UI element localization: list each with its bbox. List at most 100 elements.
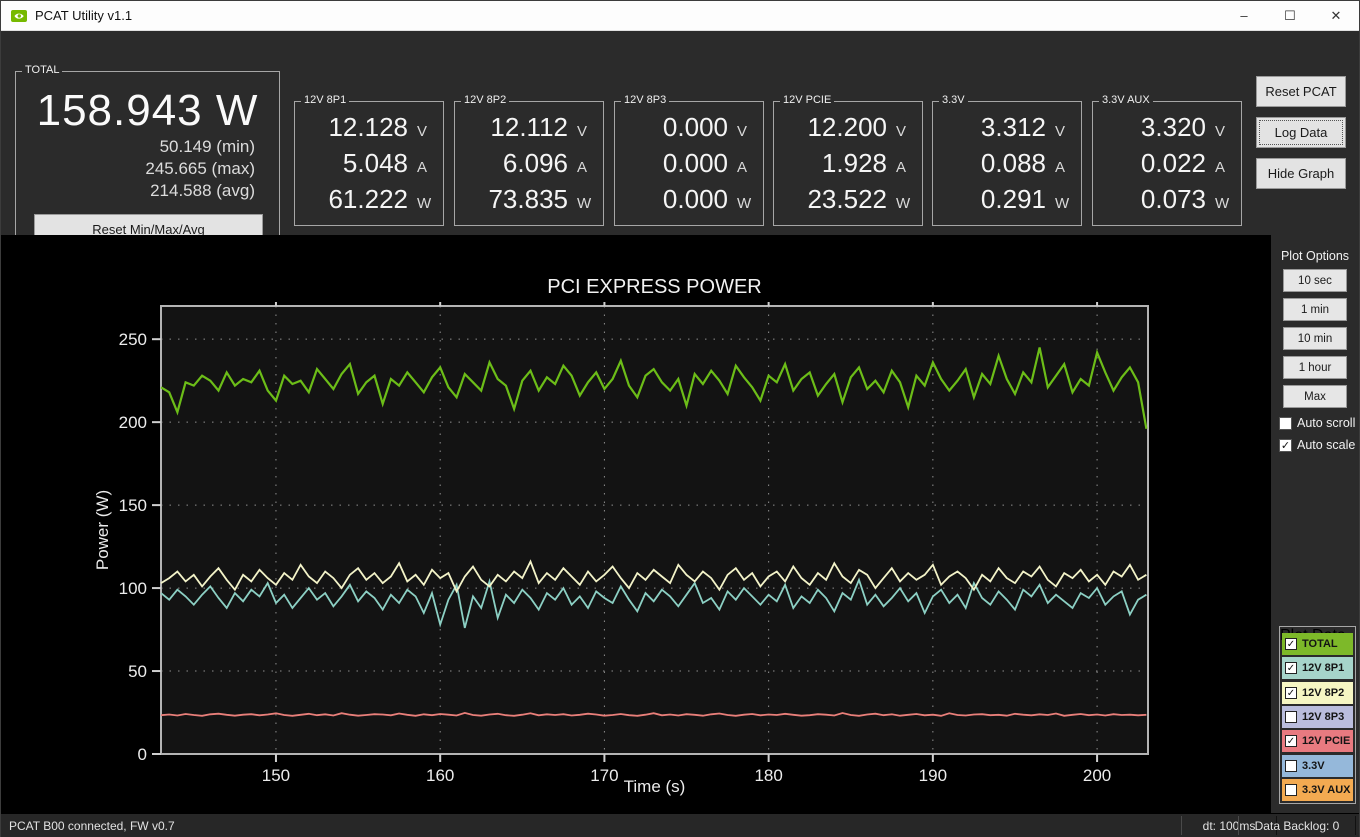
legend-item-3v3[interactable]: ✓ 3.3V: [1282, 754, 1353, 777]
data-backlog-status: Data Backlog: 0: [1238, 816, 1356, 835]
total-power-value: 158.943 W: [36, 86, 259, 135]
x-tick-label: 160: [426, 766, 454, 785]
auto-scale-checkbox[interactable]: ✓: [1279, 438, 1292, 452]
amps-value: 0.022: [1140, 147, 1206, 178]
legend-item-3v3-aux[interactable]: ✓ 3.3V AUX: [1282, 778, 1353, 801]
volts-value: 12.128: [328, 112, 408, 143]
volts-unit: V: [1215, 123, 1226, 141]
amps-unit: A: [1215, 158, 1226, 176]
volts-unit: V: [737, 123, 748, 141]
watts-value: 61.222: [328, 183, 408, 214]
channel-label: 12V PCIE: [780, 94, 835, 106]
maximize-button[interactable]: ☐: [1267, 1, 1313, 30]
legend-checkbox[interactable]: ✓: [1285, 735, 1297, 748]
y-tick-label: 50: [128, 662, 147, 681]
channel-box-3v3-aux: 3.3V AUX 3.320 V 0.022 A 0.073 W: [1092, 94, 1242, 226]
range-10min-button[interactable]: 10 min: [1283, 327, 1347, 350]
channel-label: 3.3V AUX: [1099, 94, 1153, 106]
channel-label: 12V 8P2: [461, 94, 510, 106]
hide-graph-button[interactable]: Hide Graph: [1256, 158, 1346, 189]
log-data-button[interactable]: Log Data: [1256, 117, 1346, 148]
legend-checkbox[interactable]: ✓: [1285, 638, 1297, 650]
amps-unit: A: [417, 158, 428, 176]
watts-unit: W: [577, 194, 592, 212]
legend-checkbox[interactable]: ✓: [1285, 710, 1297, 723]
legend-item-12v-8p2[interactable]: ✓ 12V 8P2: [1282, 681, 1353, 704]
window-controls: – ☐ ✕: [1221, 1, 1359, 30]
range-max-button[interactable]: Max: [1283, 385, 1347, 408]
legend-label: 3.3V AUX: [1302, 783, 1351, 796]
total-min: 50.149 (min): [159, 137, 255, 156]
amps-value: 5.048: [342, 147, 408, 178]
legend-checkbox[interactable]: ✓: [1285, 686, 1297, 699]
volts-unit: V: [577, 123, 588, 141]
connection-status: PCAT B00 connected, FW v0.7: [9, 818, 175, 833]
legend-checkbox[interactable]: ✓: [1285, 759, 1297, 772]
y-axis-label: Power (W): [93, 490, 112, 570]
amps-value: 0.088: [980, 147, 1046, 178]
legend-label: 3.3V: [1302, 759, 1325, 772]
amps-value: 0.000: [662, 147, 728, 178]
reset-pcat-button[interactable]: Reset PCAT: [1256, 76, 1346, 107]
y-tick-label: 200: [119, 413, 147, 432]
legend-item-12v-8p1[interactable]: ✓ 12V 8P1: [1282, 657, 1353, 680]
legend-checkbox[interactable]: ✓: [1285, 783, 1297, 796]
legend-item-12v-8p3[interactable]: ✓ 12V 8P3: [1282, 705, 1353, 728]
watts-unit: W: [417, 194, 432, 212]
amps-unit: A: [1055, 158, 1066, 176]
plot-options-title: Plot Options: [1280, 249, 1350, 263]
auto-scroll-option[interactable]: ✓ Auto scroll: [1279, 416, 1359, 430]
auto-scroll-label: Auto scroll: [1297, 416, 1356, 430]
window-title: PCAT Utility v1.1: [35, 8, 133, 23]
amps-value: 1.928: [821, 147, 887, 178]
graph-section: 0 50 100 150 200 250 150 160 170 180 190 200 PCI EXP…: [1, 235, 1359, 813]
amps-value: 6.096: [502, 147, 568, 178]
title-bar: PCAT Utility v1.1 – ☐ ✕: [1, 1, 1359, 31]
legend-label: 12V 8P1: [1302, 662, 1345, 675]
total-label: TOTAL: [22, 64, 63, 76]
total-max: 245.665 (max): [145, 159, 255, 178]
amps-unit: A: [577, 158, 588, 176]
channel-box-12v-8p3: 12V 8P3 0.000 V 0.000 A 0.000 W: [614, 94, 764, 226]
watts-unit: W: [1055, 194, 1070, 212]
volts-value: 3.320: [1140, 112, 1206, 143]
volts-value: 0.000: [662, 112, 728, 143]
chart-title: PCI EXPRESS POWER: [547, 276, 762, 298]
legend-label: 12V 8P2: [1302, 686, 1345, 699]
power-chart: 0 50 100 150 200 250 150 160 170 180 190 200 PCI EXP…: [93, 276, 1149, 796]
range-1hour-button[interactable]: 1 hour: [1283, 356, 1347, 379]
legend-rows: ✓ TOTAL ✓ 12V 8P1 ✓ 12V 8P2 ✓ 12V 8P3: [1282, 633, 1353, 801]
watts-value: 73.835: [488, 183, 568, 214]
x-axis-label: Time (s): [624, 777, 686, 796]
amps-unit: A: [737, 158, 748, 176]
y-tick-label: 250: [119, 330, 147, 349]
status-bar: PCAT B00 connected, FW v0.7 dt: 100ms Da…: [1, 813, 1359, 837]
watts-value: 23.522: [807, 183, 887, 214]
volts-value: 12.200: [807, 112, 887, 143]
y-tick-label: 0: [138, 745, 147, 764]
volts-value: 3.312: [980, 112, 1046, 143]
watts-unit: W: [737, 194, 752, 212]
volts-unit: V: [1055, 123, 1066, 141]
plot-area: [161, 306, 1148, 754]
auto-scale-option[interactable]: ✓ Auto scale: [1279, 438, 1359, 452]
close-button[interactable]: ✕: [1313, 1, 1359, 30]
volts-unit: V: [896, 123, 907, 141]
channel-label: 12V 8P3: [621, 94, 670, 106]
legend-item-total[interactable]: ✓ TOTAL: [1282, 633, 1353, 655]
legend-item-12v-pcie[interactable]: ✓ 12V PCIE: [1282, 730, 1353, 753]
x-tick-label: 180: [754, 766, 782, 785]
legend-checkbox[interactable]: ✓: [1285, 662, 1297, 675]
total-groupbox: TOTAL 158.943 W 50.149 (min) 245.665 (ma…: [15, 64, 280, 254]
auto-scroll-checkbox[interactable]: ✓: [1279, 416, 1292, 430]
watts-value: 0.291: [980, 183, 1046, 214]
amps-unit: A: [896, 158, 907, 176]
legend-label: 12V PCIE: [1302, 735, 1351, 748]
minimize-button[interactable]: –: [1221, 1, 1267, 30]
auto-scale-label: Auto scale: [1297, 438, 1356, 452]
app-window: PCAT Utility v1.1 – ☐ ✕ TOTAL 158.943 W …: [0, 0, 1360, 837]
range-10sec-button[interactable]: 10 sec: [1283, 269, 1347, 292]
watts-value: 0.073: [1140, 183, 1206, 214]
legend-label: 12V 8P3: [1302, 710, 1345, 723]
range-1min-button[interactable]: 1 min: [1283, 298, 1347, 321]
